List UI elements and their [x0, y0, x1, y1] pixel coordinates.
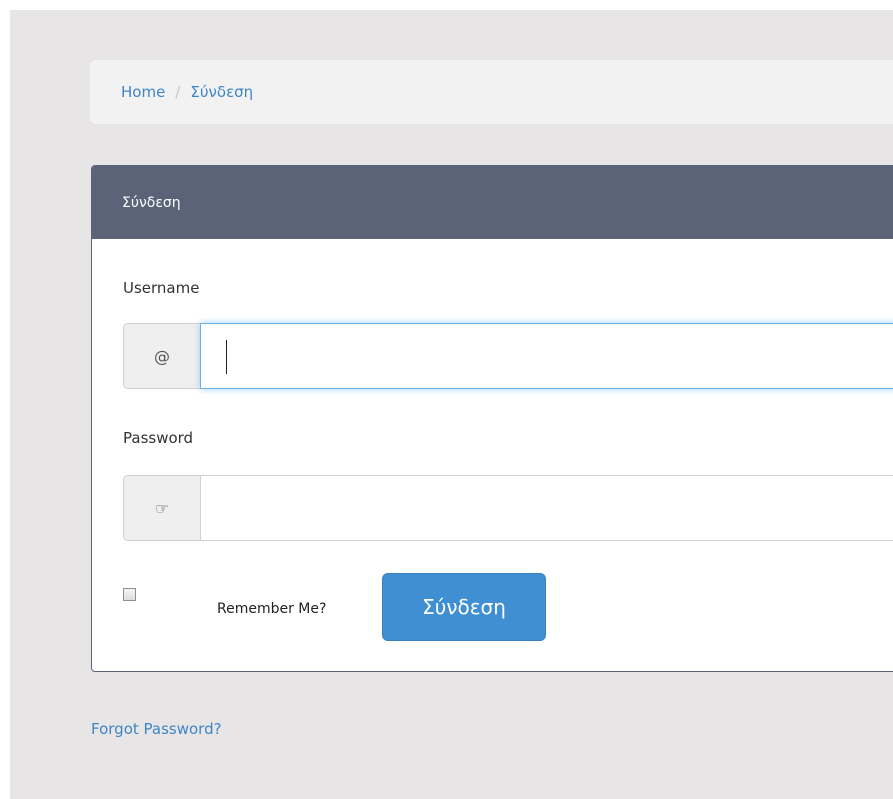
password-input-group: ☞ — [123, 475, 893, 541]
password-label: Password — [123, 429, 194, 447]
breadcrumb: Home / Σύνδεση — [90, 60, 893, 124]
remember-me-label: Remember Me? — [217, 601, 327, 617]
login-panel: Σύνδεση Username @ Password ☞ Remember M… — [91, 165, 893, 672]
at-icon: @ — [154, 346, 170, 366]
password-input[interactable] — [200, 475, 893, 541]
username-input[interactable] — [200, 323, 893, 389]
breadcrumb-current[interactable]: Σύνδεση — [190, 83, 253, 101]
panel-title: Σύνδεση — [122, 194, 181, 211]
username-addon: @ — [123, 323, 200, 389]
panel-header: Σύνδεση — [92, 166, 893, 239]
username-input-group: @ — [123, 323, 893, 389]
page-background: Home / Σύνδεση Σύνδεση Username @ Passwo… — [10, 10, 893, 799]
remember-me-checkbox[interactable] — [123, 588, 136, 601]
hand-pointing-icon: ☞ — [154, 498, 170, 518]
breadcrumb-separator: / — [175, 83, 181, 101]
username-label: Username — [123, 279, 200, 297]
forgot-password-link[interactable]: Forgot Password? — [91, 720, 222, 738]
login-submit-label: Σύνδεση — [422, 595, 506, 619]
login-submit-button[interactable]: Σύνδεση — [382, 573, 546, 641]
breadcrumb-home-link[interactable]: Home — [121, 83, 165, 101]
password-addon: ☞ — [123, 475, 200, 541]
text-caret — [226, 340, 227, 374]
